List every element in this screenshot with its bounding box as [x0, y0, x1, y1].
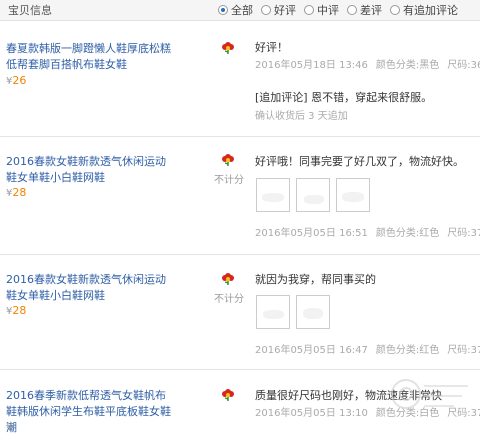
- review-photo[interactable]: [256, 295, 290, 329]
- item-title-link[interactable]: 2016春款女鞋新款透气休闲运动鞋女单鞋小白鞋网鞋: [6, 154, 174, 186]
- append-review-meta: 确认收货后 3 天追加: [255, 111, 348, 122]
- filter-label: 中评: [317, 4, 339, 17]
- item-price: ¥28: [6, 304, 26, 317]
- price-value: 28: [12, 304, 27, 317]
- size-spec: 尺码:37: [447, 345, 480, 356]
- color-spec: 颜色分类:黑色: [375, 60, 440, 71]
- flower-icon: [222, 273, 234, 285]
- price-value: 28: [12, 186, 27, 199]
- filter-all[interactable]: 全部: [218, 2, 253, 18]
- flower-icon: [222, 389, 234, 401]
- filter-label: 有追加评论: [403, 4, 458, 17]
- price-value: 26: [12, 74, 27, 87]
- review-row: 2016春款女鞋新款透气休闲运动鞋女单鞋小白鞋网鞋 ¥28 不计分 就因为我穿，…: [0, 255, 480, 370]
- review-list-header: 宝贝信息 全部 好评 中评 差评 有追加评论: [0, 0, 480, 21]
- review-photo[interactable]: [336, 178, 370, 212]
- review-row: 2016春款女鞋新款透气休闲运动鞋女单鞋小白鞋网鞋 ¥28 不计分 好评哦！同事…: [0, 137, 480, 255]
- color-spec: 颜色分类:红色: [375, 228, 440, 239]
- radio-icon[interactable]: [390, 5, 400, 15]
- item-title-link[interactable]: 2016春季新款低帮透气女鞋帆布鞋韩版休闲学生布鞋平底板鞋女鞋潮: [6, 388, 174, 436]
- no-score-label: 不计分: [214, 175, 244, 186]
- review-text: 就因为我穿，帮同事买的: [255, 273, 376, 286]
- size-spec: 尺码:37: [447, 228, 480, 239]
- review-meta: 2016年05月18日 13:46 颜色分类:黑色 尺码:36: [255, 56, 480, 71]
- item-price: ¥28: [6, 186, 26, 199]
- review-meta: 2016年05月05日 16:47 颜色分类:红色 尺码:37: [255, 341, 480, 356]
- flower-icon: [222, 42, 234, 54]
- color-spec: 颜色分类:红色: [375, 345, 440, 356]
- item-price: ¥26: [6, 74, 26, 87]
- review-date: 2016年05月18日 13:46: [255, 60, 368, 71]
- append-review-text: [追加评论] 恩不错，穿起来很舒服。: [255, 91, 433, 104]
- radio-icon[interactable]: [304, 5, 314, 15]
- radio-icon[interactable]: [218, 5, 228, 15]
- size-spec: 尺码:36: [447, 60, 480, 71]
- review-meta: 2016年05月05日 16:51 颜色分类:红色 尺码:37: [255, 224, 480, 239]
- filter-label: 差评: [360, 4, 382, 17]
- filter-label: 好评: [274, 4, 296, 17]
- no-score-label: 不计分: [214, 294, 244, 305]
- item-price: ¥: [6, 420, 12, 433]
- review-photo[interactable]: [296, 295, 330, 329]
- review-filter-group: 全部 好评 中评 差评 有追加评论: [218, 2, 466, 18]
- review-text: 好评！: [255, 41, 288, 54]
- review-date: 2016年05月05日 16:47: [255, 345, 368, 356]
- review-photo[interactable]: [256, 178, 290, 212]
- filter-label: 全部: [231, 4, 253, 17]
- column-title: 宝贝信息: [8, 4, 52, 17]
- filter-positive[interactable]: 好评: [261, 2, 296, 18]
- review-date: 2016年05月05日 16:51: [255, 228, 368, 239]
- flower-icon: [222, 154, 234, 166]
- item-title-link[interactable]: 2016春款女鞋新款透气休闲运动鞋女单鞋小白鞋网鞋: [6, 272, 174, 304]
- filter-negative[interactable]: 差评: [347, 2, 382, 18]
- radio-icon[interactable]: [347, 5, 357, 15]
- filter-neutral[interactable]: 中评: [304, 2, 339, 18]
- review-text: 好评哦！同事完要了好几双了，物流好快。: [255, 155, 464, 168]
- review-date: 2016年05月05日 13:10: [255, 408, 368, 419]
- filter-with-append[interactable]: 有追加评论: [390, 2, 458, 18]
- review-row: 春夏款韩版一脚蹬懒人鞋厚底松糕低帮套脚百搭帆布鞋女鞋 ¥26 好评！ 2016年…: [0, 21, 480, 137]
- radio-icon[interactable]: [261, 5, 271, 15]
- item-title-link[interactable]: 春夏款韩版一脚蹬懒人鞋厚底松糕低帮套脚百搭帆布鞋女鞋: [6, 41, 174, 73]
- watermark-logo: [391, 379, 468, 409]
- review-photo[interactable]: [296, 178, 330, 212]
